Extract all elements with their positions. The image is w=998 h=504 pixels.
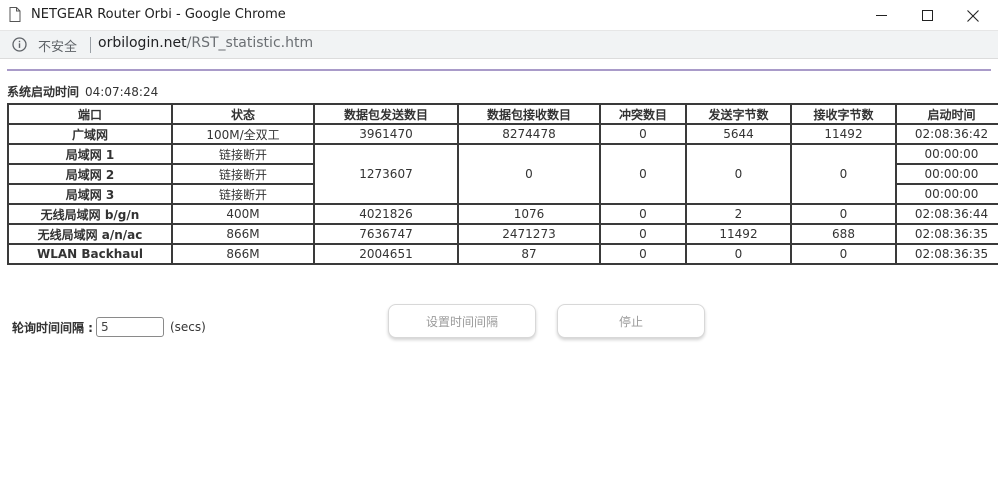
tx-packets-cell: 4021826: [313, 203, 459, 225]
tx-bytes-cell: 11492: [685, 223, 792, 245]
header-status: 状态: [171, 103, 315, 125]
rx-bytes-cell: 0: [790, 203, 897, 225]
port-cell: 无线局域网 b/g/n: [7, 203, 173, 225]
table-row-wan: 广域网 100M/全双工 3961470 8274478 0 5644 1149…: [7, 123, 998, 145]
minimize-button[interactable]: [858, 0, 904, 31]
port-cell: WLAN Backhaul: [7, 243, 173, 265]
set-interval-button[interactable]: 设置时间间隔: [388, 304, 536, 338]
port-cell: 无线局域网 a/n/ac: [7, 223, 173, 245]
header-rx-packets: 数据包接收数目: [457, 103, 601, 125]
uptime-cell: 00:00:00: [895, 143, 998, 165]
tx-packets-cell: 2004651: [313, 243, 459, 265]
header-port: 端口: [7, 103, 173, 125]
uptime-cell: 00:00:00: [895, 183, 998, 205]
rx-bytes-cell: 688: [790, 223, 897, 245]
header-divider: [7, 69, 991, 71]
address-separator: [90, 37, 91, 53]
status-cell: 100M/全双工: [171, 123, 315, 145]
table-header-row: 端口 状态 数据包发送数目 数据包接收数目 冲突数目 发送字节数 接收字节数 启…: [7, 103, 998, 125]
uptime-cell: 02:08:36:35: [895, 223, 998, 245]
maximize-icon: [921, 10, 933, 21]
poll-interval-input[interactable]: [95, 317, 164, 337]
uptime-cell: 02:08:36:35: [895, 243, 998, 265]
rx-packets-cell: 8274478: [457, 123, 601, 145]
uptime-cell: 00:00:00: [895, 163, 998, 185]
statistics-table: 端口 状态 数据包发送数目 数据包接收数目 冲突数目 发送字节数 接收字节数 启…: [7, 103, 998, 265]
header-collisions: 冲突数目: [599, 103, 687, 125]
tx-bytes-cell: 0: [685, 243, 792, 265]
header-uptime: 启动时间: [895, 103, 998, 125]
system-uptime-value: 04:07:48:24: [85, 85, 159, 99]
url-path: /RST_statistic.htm: [186, 35, 314, 51]
window-title: NETGEAR Router Orbi - Google Chrome: [31, 7, 286, 22]
rx-packets-cell: 2471273: [457, 223, 601, 245]
header-tx-packets: 数据包发送数目: [313, 103, 459, 125]
status-cell: 链接断开: [171, 163, 315, 185]
uptime-cell: 02:08:36:42: [895, 123, 998, 145]
lan-tx-packets-cell: 1273607: [313, 143, 459, 205]
table-row-wlan-anac: 无线局域网 a/n/ac 866M 7636747 2471273 0 1149…: [7, 223, 998, 245]
rx-packets-cell: 1076: [457, 203, 601, 225]
poll-interval-label: 轮询时间间隔 :: [12, 320, 93, 335]
lan-rx-bytes-cell: 0: [790, 143, 897, 205]
collisions-cell: 0: [599, 123, 687, 145]
collisions-cell: 0: [599, 203, 687, 225]
table-row-lan1: 局域网 1 链接断开 1273607 0 0 0 0 00:00:00: [7, 143, 998, 205]
lan-collisions-cell: 0: [599, 143, 687, 205]
tx-packets-cell: 3961470: [313, 123, 459, 145]
close-icon: [967, 9, 979, 22]
status-cell: 400M: [171, 203, 315, 225]
port-cell: 广域网: [7, 123, 173, 145]
url-host: orbilogin.net: [98, 35, 187, 51]
tx-bytes-cell: 2: [685, 203, 792, 225]
rx-bytes-cell: 11492: [790, 123, 897, 145]
header-rx-bytes: 接收字节数: [790, 103, 897, 125]
close-button[interactable]: [950, 0, 996, 31]
collisions-cell: 0: [599, 223, 687, 245]
system-uptime-label: 系统启动时间: [7, 85, 80, 99]
port-cell: 局域网 2: [7, 163, 173, 185]
port-cell: 局域网 3: [7, 183, 173, 205]
status-cell: 链接断开: [171, 183, 315, 205]
poll-interval-row: 轮询时间间隔 : (secs): [12, 315, 206, 339]
poll-interval-unit: (secs): [169, 320, 206, 334]
header-tx-bytes: 发送字节数: [685, 103, 792, 125]
status-cell: 链接断开: [171, 143, 315, 165]
security-label[interactable]: 不安全: [38, 36, 77, 55]
status-cell: 866M: [171, 243, 315, 265]
tx-packets-cell: 7636747: [313, 223, 459, 245]
address-bar[interactable]: 不安全 orbilogin.net/RST_statistic.htm: [0, 31, 998, 59]
tx-bytes-cell: 5644: [685, 123, 792, 145]
info-icon[interactable]: [12, 37, 27, 52]
table-row-backhaul: WLAN Backhaul 866M 2004651 87 0 0 0 02:0…: [7, 243, 998, 265]
rx-bytes-cell: 0: [790, 243, 897, 265]
window-titlebar: NETGEAR Router Orbi - Google Chrome: [0, 0, 998, 31]
rx-packets-cell: 87: [457, 243, 601, 265]
table-row-wlan-bgn: 无线局域网 b/g/n 400M 4021826 1076 0 2 0 02:0…: [7, 203, 998, 225]
collisions-cell: 0: [599, 243, 687, 265]
port-cell: 局域网 1: [7, 143, 173, 165]
document-icon: [9, 7, 21, 22]
uptime-cell: 02:08:36:44: [895, 203, 998, 225]
status-cell: 866M: [171, 223, 315, 245]
stop-button[interactable]: 停止: [557, 304, 705, 338]
maximize-button[interactable]: [904, 0, 950, 31]
minimize-icon: [875, 15, 887, 16]
lan-tx-bytes-cell: 0: [685, 143, 792, 205]
system-uptime: 系统启动时间 04:07:48:24: [7, 83, 158, 100]
lan-rx-packets-cell: 0: [457, 143, 601, 205]
url-text[interactable]: orbilogin.net/RST_statistic.htm: [98, 35, 313, 51]
